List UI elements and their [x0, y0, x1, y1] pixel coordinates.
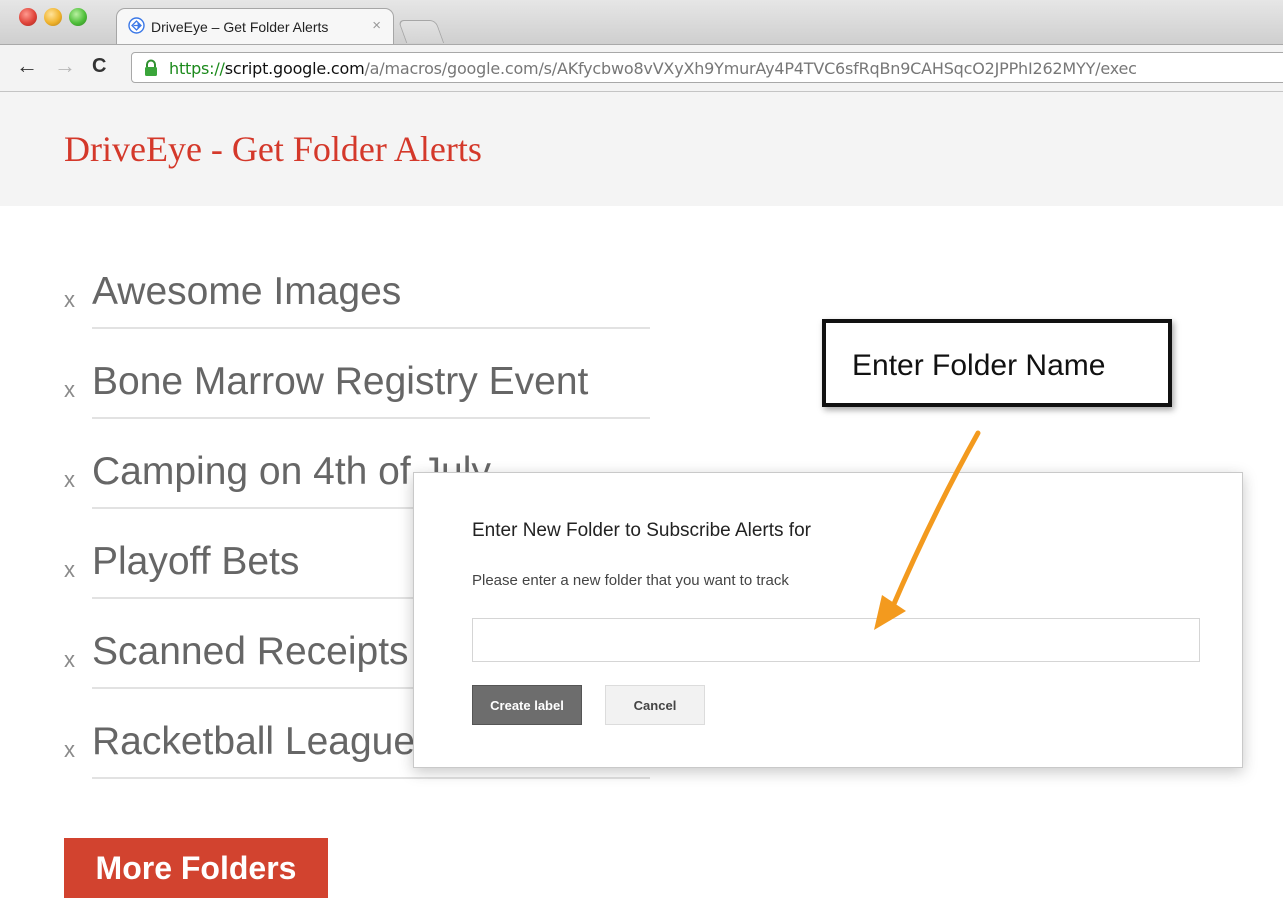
dialog-message: Please enter a new folder that you want …: [472, 572, 789, 589]
dialog-title: Enter New Folder to Subscribe Alerts for: [472, 520, 811, 541]
folder-name: Scanned Receipts: [92, 630, 409, 673]
remove-folder-button[interactable]: x: [64, 737, 75, 763]
folder-name: Bone Marrow Registry Event: [92, 360, 589, 403]
zoom-window-icon[interactable]: [69, 8, 87, 26]
remove-folder-button[interactable]: x: [64, 557, 75, 583]
list-item: x Bone Marrow Registry Event: [64, 354, 654, 444]
browser-tab[interactable]: DriveEye – Get Folder Alerts ×: [116, 8, 394, 44]
divider: [92, 417, 650, 419]
remove-folder-button[interactable]: x: [64, 647, 75, 673]
folder-name: Playoff Bets: [92, 540, 300, 583]
tab-close-icon[interactable]: ×: [372, 17, 381, 34]
folder-name: Awesome Images: [92, 270, 402, 313]
orange-arrow-icon: [874, 430, 981, 630]
back-button[interactable]: ←: [16, 55, 38, 77]
annotation-callout: Enter Folder Name: [822, 319, 1172, 407]
tab-title: DriveEye – Get Folder Alerts: [151, 19, 329, 35]
remove-folder-button[interactable]: x: [64, 467, 75, 493]
create-label-button[interactable]: Create label: [472, 685, 582, 725]
divider: [92, 327, 650, 329]
address-bar[interactable]: https://script.google.com/a/macros/googl…: [131, 52, 1283, 83]
folder-name: Racketball League: [92, 720, 416, 763]
remove-folder-button[interactable]: x: [64, 377, 75, 403]
url-scheme: https://: [169, 59, 225, 78]
new-folder-dialog: Enter New Folder to Subscribe Alerts for…: [413, 472, 1243, 768]
annotation-text: Enter Folder Name: [852, 349, 1106, 382]
more-folders-button[interactable]: More Folders: [64, 838, 328, 898]
divider: [92, 777, 650, 779]
browser-toolbar: ← → C https://script.google.com/a/macros…: [0, 45, 1283, 92]
forward-button[interactable]: →: [54, 55, 76, 77]
remove-folder-button[interactable]: x: [64, 287, 75, 313]
browser-tab-bar: DriveEye – Get Folder Alerts ×: [0, 0, 1283, 45]
drive-app-icon: [128, 17, 145, 34]
new-tab-button[interactable]: [397, 20, 445, 43]
reload-button[interactable]: C: [92, 55, 106, 77]
list-item: x Awesome Images: [64, 264, 654, 354]
minimize-window-icon[interactable]: [44, 8, 62, 26]
cancel-button[interactable]: Cancel: [605, 685, 705, 725]
folder-name-input[interactable]: [472, 618, 1200, 662]
url-host: script.google.com: [224, 59, 365, 78]
page-title: DriveEye - Get Folder Alerts: [64, 129, 482, 169]
lock-icon: [145, 59, 157, 76]
url-path: /a/macros/google.com/s/AKfycbwo8vVXyXh9Y…: [364, 59, 1137, 78]
address-url: https://script.google.com/a/macros/googl…: [169, 59, 1137, 78]
close-window-icon[interactable]: [19, 8, 37, 26]
